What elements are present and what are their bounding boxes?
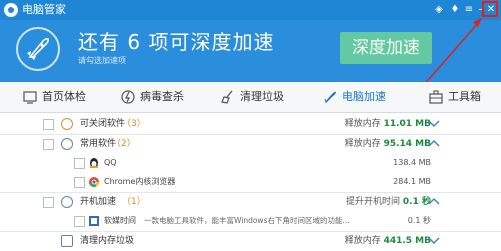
- virus-scan-icon: [121, 90, 135, 104]
- checkbox[interactable]: [74, 158, 85, 169]
- checkbox[interactable]: [43, 197, 54, 208]
- chevron-down-icon[interactable]: [427, 118, 441, 130]
- ruanmei-app-icon: [89, 216, 99, 226]
- rocket-icon: [324, 91, 336, 103]
- row-count: （2）: [112, 139, 136, 149]
- checkbox[interactable]: [43, 119, 54, 130]
- row-value: 释放内存 441.5 MB: [344, 236, 431, 246]
- speedup-list: 可关闭软件 （3） 释放内存 11.01 MB 常用软件 （2） 释放内存 95…: [0, 113, 501, 251]
- headline: 还有 6 项可深度加速: [78, 30, 275, 54]
- header-banner: 还有 6 项可深度加速 请勾选加速项 深度加速: [0, 20, 501, 82]
- row-label: Chrome内核浏览器: [104, 177, 176, 186]
- tab-bar: 首页体检 病毒查杀 清理垃圾 电脑加速 工具箱: [0, 82, 501, 113]
- row-count: （1）: [122, 197, 146, 207]
- row-value: 提升开机时间 0.1 秒: [346, 197, 431, 207]
- window-title: 电脑管家: [22, 3, 66, 16]
- tab-label: 电脑加速: [342, 90, 386, 103]
- deep-speedup-button[interactable]: 深度加速: [340, 32, 432, 64]
- skin-icon[interactable]: ♦: [448, 2, 462, 17]
- row-label: 开机加速: [80, 197, 117, 207]
- list-item-qq[interactable]: QQ 138.4 MB: [0, 153, 501, 173]
- power-icon: [61, 118, 73, 130]
- list-item-ruanmei-time[interactable]: 软媒时间 一款电脑工具软件，能丰富Windows右下角时间区域的功能... 0.…: [0, 211, 501, 231]
- subline: 请勾选加速项: [78, 56, 126, 65]
- tab-label: 工具箱: [448, 90, 481, 103]
- chevron-down-icon[interactable]: [427, 235, 441, 247]
- row-label: 清理内存垃圾: [80, 236, 135, 246]
- chrome-icon: [89, 177, 99, 187]
- row-value: 0.1 秒: [407, 216, 431, 225]
- row-label: 可关闭软件: [80, 119, 126, 129]
- list-item-chrome[interactable]: Chrome内核浏览器 284.1 MB: [0, 172, 501, 192]
- broom-icon: [221, 90, 233, 104]
- list-item-clean-memory[interactable]: 清理内存垃圾 释放内存 441.5 MB: [0, 231, 501, 251]
- home-icon: [23, 91, 37, 104]
- list-item-common-software[interactable]: 常用软件 （2） 释放内存 95.14 MB: [0, 134, 501, 154]
- title-bar: 电脑管家 ◈ ♦ ≡ – ✕: [0, 0, 501, 20]
- row-value: 138.4 MB: [393, 158, 431, 167]
- tab-label: 病毒查杀: [140, 90, 184, 103]
- checkbox[interactable]: [74, 216, 85, 227]
- checkbox[interactable]: [74, 177, 85, 188]
- link-icon: [61, 138, 73, 150]
- list-item-closable-software[interactable]: 可关闭软件 （3） 释放内存 11.01 MB: [0, 114, 501, 134]
- rocket-icon: [16, 27, 60, 71]
- row-description: 一款电脑工具软件，能丰富Windows右下角时间区域的功能...: [144, 216, 350, 225]
- row-label: QQ: [104, 158, 117, 167]
- chevron-up-icon[interactable]: [427, 138, 441, 150]
- row-value: 释放内存 11.01 MB: [344, 119, 431, 129]
- close-highlight-box: [482, 1, 498, 17]
- shield-icon[interactable]: ◈: [432, 2, 446, 17]
- tab-label: 清理垃圾: [240, 90, 284, 103]
- toolbox-icon: [429, 90, 443, 104]
- app-logo-icon: [4, 3, 18, 17]
- checkbox[interactable]: [43, 139, 54, 150]
- row-count: （3）: [122, 119, 146, 129]
- row-label: 常用软件: [80, 139, 117, 149]
- row-value: 284.1 MB: [393, 177, 431, 186]
- chevron-up-icon[interactable]: [427, 196, 441, 208]
- qq-penguin-icon: [90, 158, 98, 168]
- row-value: 释放内存 95.14 MB: [344, 139, 431, 149]
- tab-label: 首页体检: [42, 90, 86, 103]
- power-icon: [61, 196, 73, 208]
- row-label: 软媒时间: [104, 216, 136, 225]
- list-item-boot-speedup[interactable]: 开机加速 （1） 提升开机时间 0.1 秒: [0, 192, 501, 212]
- memory-icon: [61, 235, 73, 247]
